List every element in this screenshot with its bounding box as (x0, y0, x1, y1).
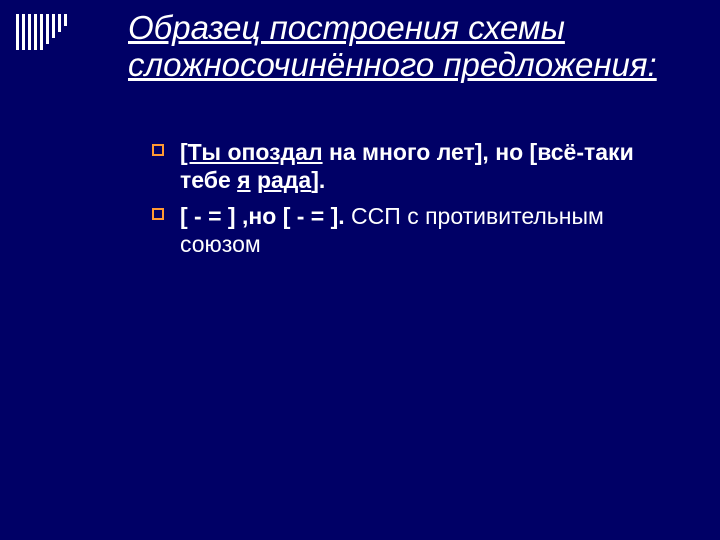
slide-title: Образец построения схемы сложносочинённо… (128, 10, 680, 84)
bullet-icon (152, 208, 164, 220)
slide-body: [Ты опоздал на много лет], но [всё-таки … (152, 138, 680, 266)
corner-decoration (16, 14, 80, 62)
slide: Образец построения схемы сложносочинённо… (0, 0, 720, 540)
text-segment: ]. (311, 167, 325, 193)
text-segment: я (237, 167, 250, 193)
text-segment: рада (257, 167, 311, 193)
list-item: [Ты опоздал на много лет], но [всё-таки … (152, 138, 680, 194)
list-item: [ - = ] ,но [ - = ]. ССП с противительны… (152, 202, 680, 258)
text-segment: [ - = ] ,но [ - = ]. (180, 203, 345, 229)
bullet-icon (152, 144, 164, 156)
text-segment: [Ты опоздал (180, 139, 323, 165)
